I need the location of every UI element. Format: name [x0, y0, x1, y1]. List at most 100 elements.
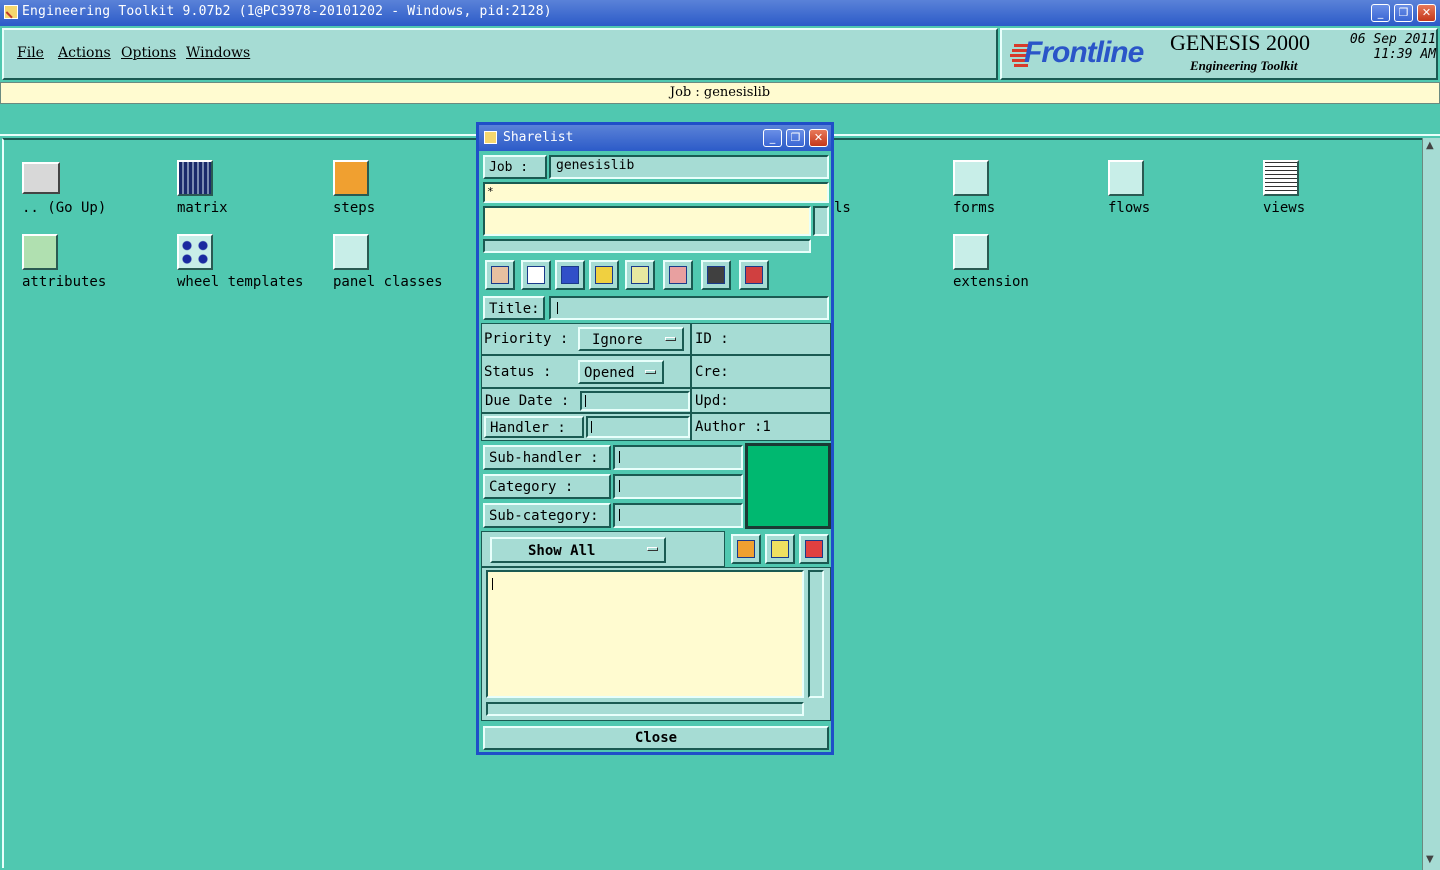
steps-icon — [333, 160, 369, 196]
show-row: Show All — [481, 531, 725, 567]
delete-tool[interactable] — [555, 260, 585, 290]
sharelist-title: Sharelist — [503, 130, 574, 145]
extension-icon — [953, 234, 989, 270]
due-date-row: Due Date : — [481, 388, 691, 413]
minimize-button[interactable]: _ — [1371, 4, 1390, 22]
sharelist-maximize-button[interactable]: ❐ — [786, 129, 805, 147]
notes-textarea[interactable] — [486, 570, 804, 698]
list-vertical-scrollbar[interactable] — [813, 206, 829, 236]
folder-up-icon — [22, 162, 60, 194]
category-button[interactable]: Category : — [483, 474, 611, 499]
show-dropdown[interactable]: Show All — [490, 537, 666, 563]
title-field[interactable] — [549, 296, 829, 320]
menu-file[interactable]: File — [17, 45, 44, 61]
filter-field[interactable]: * — [483, 182, 829, 203]
branding-panel: Frontline GENESIS 2000 Engineering Toolk… — [1000, 28, 1438, 80]
wheel-templates-icon — [177, 234, 213, 270]
sharelist-close-button[interactable]: ✕ — [809, 129, 828, 147]
dropdown-indicator-icon — [647, 547, 658, 551]
menu-options[interactable]: Options — [121, 45, 176, 61]
subhandler-button[interactable]: Sub-handler : — [483, 445, 611, 470]
time-text: 11:39 AM — [1373, 47, 1436, 62]
priority-row: Priority : Ignore — [481, 323, 691, 355]
sharelist-titlebar[interactable]: Sharelist _ ❐ ✕ — [479, 125, 831, 151]
views-icon — [1263, 160, 1299, 196]
notes-panel — [481, 567, 831, 721]
main-vertical-scrollbar[interactable]: ▲ ▼ — [1422, 138, 1440, 870]
edit-item-tool[interactable] — [521, 260, 551, 290]
new-item-tool[interactable] — [485, 260, 515, 290]
sharelist-dialog: Sharelist _ ❐ ✕ Job : genesislib * Title… — [476, 122, 834, 755]
handler-row: Handler : — [481, 413, 691, 441]
close-dialog-button[interactable]: Close — [483, 726, 829, 750]
dropdown-indicator-icon — [665, 337, 676, 341]
sharelist-minimize-button[interactable]: _ — [763, 129, 782, 147]
subcategory-button[interactable]: Sub-category: — [483, 503, 611, 528]
product-name: GENESIS 2000 — [1170, 30, 1310, 55]
undo-icon — [631, 266, 649, 284]
sharelist-list[interactable] — [483, 206, 811, 236]
app-icon — [4, 5, 18, 19]
status-row: Status : Opened — [481, 355, 691, 388]
dropdown-indicator-icon — [645, 370, 656, 374]
datetime: 06 Sep 2011 11:39 AM — [1338, 32, 1436, 62]
import-icon — [669, 266, 687, 284]
updated-row: Upd: — [691, 388, 831, 413]
panel-classes-icon — [333, 234, 369, 270]
frontline-logo: Frontline — [1024, 36, 1144, 69]
save-tool[interactable] — [701, 260, 731, 290]
priority-dropdown[interactable]: Ignore — [578, 327, 684, 351]
menu-windows[interactable]: Windows — [186, 45, 250, 61]
refresh-icon — [595, 266, 613, 284]
scroll-up-arrow-icon[interactable]: ▲ — [1426, 140, 1434, 151]
status-dropdown[interactable]: Opened — [578, 360, 664, 384]
product-subtitle: Engineering Toolkit — [1190, 58, 1298, 73]
subhandler-field[interactable] — [613, 445, 743, 470]
close-button[interactable]: ✕ — [1417, 4, 1436, 22]
menu-actions[interactable]: Actions — [58, 45, 111, 61]
edit-document-icon — [527, 266, 545, 284]
attributes-icon — [22, 234, 58, 270]
created-row: Cre: — [691, 355, 831, 388]
flows-icon — [1108, 160, 1144, 196]
date-text: 06 Sep 2011 — [1349, 32, 1436, 47]
job-field[interactable]: genesislib — [549, 155, 829, 179]
trash-icon — [561, 266, 579, 284]
save-icon — [707, 266, 725, 284]
id-row: ID : — [691, 323, 831, 355]
job-bar: Job : genesislib — [0, 82, 1440, 104]
report-tool[interactable] — [739, 260, 769, 290]
grid-view-tool[interactable] — [731, 534, 761, 564]
due-date-field[interactable] — [580, 391, 690, 411]
window-titlebar[interactable]: Engineering Toolkit 9.07b2 (1@PC3978-201… — [0, 0, 1440, 26]
job-selector-button[interactable]: Job : — [483, 155, 547, 179]
note-tool[interactable] — [765, 534, 795, 564]
forms-icon — [953, 160, 989, 196]
notes-horizontal-scrollbar[interactable] — [486, 702, 804, 716]
author-row: Author :1 — [691, 413, 831, 441]
list-horizontal-scrollbar[interactable] — [483, 239, 811, 253]
notes-vertical-scrollbar[interactable] — [808, 570, 824, 698]
report-icon — [745, 266, 763, 284]
category-field[interactable] — [613, 474, 743, 499]
new-item-icon — [491, 266, 509, 284]
restore-button[interactable]: ❐ — [1394, 4, 1413, 22]
note-edit-icon — [771, 540, 789, 558]
scroll-down-arrow-icon[interactable]: ▼ — [1426, 854, 1434, 865]
title-label-button[interactable]: Title: — [483, 296, 545, 320]
handler-field[interactable] — [586, 416, 690, 438]
refresh-tool[interactable] — [589, 260, 619, 290]
status-color-swatch — [745, 443, 831, 529]
import-tool[interactable] — [663, 260, 693, 290]
matrix-icon — [177, 160, 213, 196]
back-tool[interactable] — [799, 534, 829, 564]
handler-button[interactable]: Handler : — [484, 416, 584, 438]
back-arrow-icon — [805, 540, 823, 558]
subcategory-field[interactable] — [613, 503, 743, 528]
menubar: File Actions Options Windows — [2, 28, 998, 80]
text-cursor — [557, 302, 558, 314]
grid-icon — [737, 540, 755, 558]
undo-tool[interactable] — [625, 260, 655, 290]
window-title: Engineering Toolkit 9.07b2 (1@PC3978-201… — [22, 4, 552, 19]
sharelist-app-icon — [484, 131, 497, 144]
